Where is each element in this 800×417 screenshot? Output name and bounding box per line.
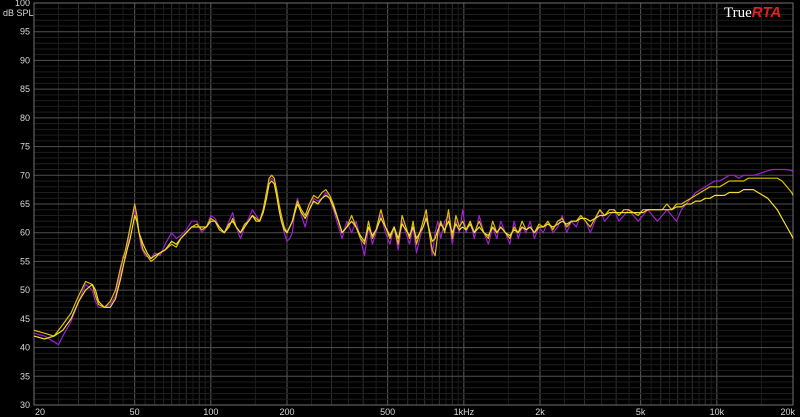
y-axis-label: dB SPL [3, 8, 34, 18]
x-tick-label: 5k [636, 407, 646, 417]
y-tick-label: 75 [20, 142, 30, 152]
y-tick-label: 50 [20, 285, 30, 295]
x-tick-label: 10k [710, 407, 725, 417]
y-tick-label: 35 [20, 371, 30, 381]
logo-text-true: True [724, 5, 752, 21]
y-tick-label: 80 [20, 113, 30, 123]
x-tick-label: 2k [535, 407, 545, 417]
y-tick-label: 55 [20, 256, 30, 266]
x-tick-label: 500 [380, 407, 395, 417]
frequency-response-chart: 30 35 40 45 50 55 60 65 70 75 80 85 90 95 100 20 50 100 20… [0, 0, 800, 417]
y-tick-label: 40 [20, 343, 30, 353]
y-tick-label: 100 [15, 0, 30, 8]
y-tick-label: 85 [20, 84, 30, 94]
x-tick-label: 20k [780, 407, 795, 417]
x-tick-label: 1kHz [454, 407, 475, 417]
y-tick-label: 30 [20, 400, 30, 410]
x-tick-label: 200 [279, 407, 294, 417]
truerta-logo: TrueRTA [724, 4, 781, 21]
x-tick-label: 20 [35, 407, 45, 417]
y-tick-label: 60 [20, 228, 30, 238]
y-tick-label: 70 [20, 170, 30, 180]
y-tick-label: 65 [20, 199, 30, 209]
y-tick-label: 45 [20, 314, 30, 324]
svg-text:TrueRTA: TrueRTA [724, 4, 781, 21]
x-tick-label: 100 [203, 407, 218, 417]
chart-background [0, 0, 800, 417]
x-tick-label: 50 [130, 407, 140, 417]
y-tick-label: 90 [20, 55, 30, 65]
logo-text-rta: RTA [752, 4, 781, 21]
y-tick-label: 95 [20, 27, 30, 37]
